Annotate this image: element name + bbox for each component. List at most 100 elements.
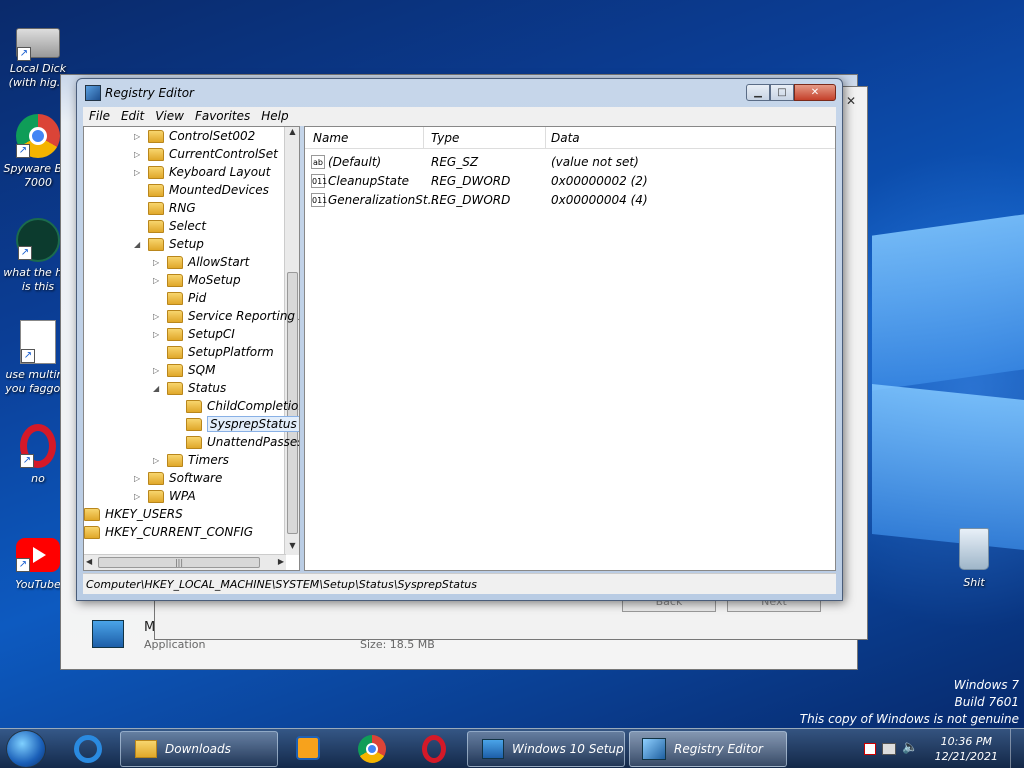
network-icon[interactable]	[882, 743, 896, 755]
tree-node[interactable]: ▷ Timers	[153, 451, 229, 469]
taskbar-button-registry-editor[interactable]: Registry Editor	[629, 731, 787, 767]
media-player-icon[interactable]	[284, 733, 332, 765]
tree-node[interactable]: UnattendPasses	[172, 433, 300, 451]
setup-item-type: Application	[144, 638, 206, 651]
column-header: Name Type Data	[305, 127, 835, 149]
registry-editor-window[interactable]: Registry Editor ▁ □ ✕ File Edit View Fav…	[76, 78, 843, 601]
tree-node-label: Select	[169, 219, 207, 233]
tree-node[interactable]: ▷ MoSetup	[153, 271, 241, 289]
expand-arrow-icon[interactable]: ▷	[134, 168, 144, 177]
tree-node[interactable]: Pid	[153, 289, 206, 307]
expand-arrow-icon[interactable]: ▷	[134, 132, 144, 141]
tree-horizontal-scrollbar[interactable]: ◀ ||| ▶	[84, 554, 286, 570]
tree-node-label: Software	[169, 471, 223, 485]
folder-icon	[148, 471, 164, 485]
tree-node-label: SetupPlatform	[188, 345, 274, 359]
taskbar-button-windows-10-setup[interactable]: Windows 10 Setup	[467, 731, 625, 767]
tree-node[interactable]: HKEY_CURRENT_CONFIG	[84, 523, 253, 541]
tree-node[interactable]: ◢ Setup	[134, 235, 204, 253]
tree-node-label: Service Reporting API	[188, 309, 299, 323]
value-row[interactable]: 011 GeneralizationSt... REG_DWORD 0x0000000…	[305, 191, 835, 210]
tree-node[interactable]: ChildCompletion	[172, 397, 299, 415]
registry-tree[interactable]: ▲ ▼ ◀ ||| ▶ ▷ ControlSet002 ▷ CurrentContro…	[83, 126, 300, 571]
action-center-icon[interactable]	[864, 743, 876, 755]
expand-arrow-icon[interactable]: ▷	[153, 456, 163, 465]
maximize-button[interactable]: □	[770, 84, 794, 101]
tree-node[interactable]: ▷ SetupCI	[153, 325, 235, 343]
scroll-left-arrow-icon[interactable]: ◀	[86, 557, 92, 566]
collapse-arrow-icon[interactable]: ◢	[153, 384, 163, 393]
chrome-icon[interactable]	[348, 733, 396, 765]
watermark-line: This copy of Windows is not genuine	[799, 712, 1019, 726]
minimize-button[interactable]: ▁	[746, 84, 770, 101]
start-button[interactable]	[6, 730, 46, 768]
tree-node[interactable]: ▷ SQM	[153, 361, 215, 379]
desktop-icon-recycle-bin[interactable]: Shit	[936, 528, 1012, 590]
folder-icon	[148, 237, 164, 251]
scroll-down-arrow-icon[interactable]: ▼	[285, 541, 299, 555]
expand-arrow-icon[interactable]: ▷	[134, 474, 144, 483]
expand-arrow-icon[interactable]: ▷	[153, 330, 163, 339]
menu-edit[interactable]: Edit	[115, 107, 149, 126]
tree-node[interactable]: ▷ AllowStart	[153, 253, 249, 271]
tree-node-label: SysprepStatus	[207, 416, 299, 432]
menu-file[interactable]: File	[83, 107, 115, 126]
expand-arrow-icon[interactable]: ▷	[153, 258, 163, 267]
tree-node[interactable]: MountedDevices	[134, 181, 269, 199]
folder-icon	[148, 129, 164, 143]
folder-icon	[148, 165, 164, 179]
clock[interactable]: 10:36 PM 12/21/2021	[935, 734, 998, 764]
expand-arrow-icon[interactable]: ▷	[153, 366, 163, 375]
tree-node[interactable]: Select	[134, 217, 206, 235]
tree-node[interactable]: ▷ Keyboard Layout	[134, 163, 270, 181]
scroll-right-arrow-icon[interactable]: ▶	[278, 557, 284, 566]
tree-node[interactable]: ▷ Service Reporting API	[153, 307, 299, 325]
scroll-up-arrow-icon[interactable]: ▲	[285, 127, 299, 141]
folder-icon	[167, 255, 183, 269]
tree-node[interactable]: ◢ Status	[153, 379, 226, 397]
column-name[interactable]: Name	[313, 131, 348, 145]
tree-node[interactable]: SysprepStatus	[172, 415, 299, 433]
show-desktop-button[interactable]	[1010, 729, 1024, 768]
scroll-thumb[interactable]: |||	[98, 557, 260, 568]
tree-node-label: UnattendPasses	[207, 435, 300, 449]
collapse-arrow-icon[interactable]: ◢	[134, 240, 144, 249]
expand-arrow-icon[interactable]: ▷	[134, 150, 144, 159]
expand-arrow-icon[interactable]: ▷	[153, 312, 163, 321]
setup-app-icon	[92, 620, 124, 648]
tree-node[interactable]: ▷ Software	[134, 469, 222, 487]
value-row[interactable]: ab (Default) REG_SZ (value not set)	[305, 153, 835, 172]
tree-node-label: HKEY_USERS	[105, 507, 183, 521]
folder-icon	[186, 417, 202, 431]
folder-icon	[148, 201, 164, 215]
values-list[interactable]: Name Type Data ab (Default) REG_SZ (value n…	[304, 126, 836, 571]
folder-icon	[148, 219, 164, 233]
setup-close-button[interactable]: ✕	[842, 94, 860, 108]
menu-view[interactable]: View	[149, 107, 189, 126]
tree-node[interactable]: ▷ ControlSet002	[134, 127, 255, 145]
taskbar-button-downloads[interactable]: Downloads	[120, 731, 278, 767]
folder-icon	[167, 291, 183, 305]
column-data[interactable]: Data	[551, 131, 580, 145]
tree-node-label: SetupCI	[188, 327, 235, 341]
tree-node[interactable]: RNG	[134, 199, 196, 217]
column-type[interactable]: Type	[431, 131, 459, 145]
folder-icon	[148, 489, 164, 503]
youtube-icon: ↗	[16, 538, 60, 572]
tree-node[interactable]: HKEY_USERS	[84, 505, 183, 523]
volume-icon[interactable]: 🔈	[902, 740, 918, 755]
title-bar[interactable]: Registry Editor ▁ □ ✕	[77, 79, 842, 107]
expand-arrow-icon[interactable]: ▷	[153, 276, 163, 285]
value-row[interactable]: 011 CleanupState REG_DWORD 0x00000002 (2)	[305, 172, 835, 191]
tree-node[interactable]: ▷ WPA	[134, 487, 196, 505]
tree-vertical-scrollbar[interactable]: ▲ ▼	[284, 127, 299, 555]
expand-arrow-icon[interactable]: ▷	[134, 492, 144, 501]
internet-explorer-icon[interactable]	[64, 733, 112, 765]
opera-icon[interactable]	[410, 733, 458, 765]
tree-node[interactable]: ▷ CurrentControlSet	[134, 145, 278, 163]
menu-favorites[interactable]: Favorites	[189, 107, 255, 126]
menu-help[interactable]: Help	[255, 107, 293, 126]
close-button[interactable]: ✕	[794, 84, 836, 101]
tree-node[interactable]: SetupPlatform	[153, 343, 274, 361]
app-icon: ↗	[16, 218, 60, 262]
